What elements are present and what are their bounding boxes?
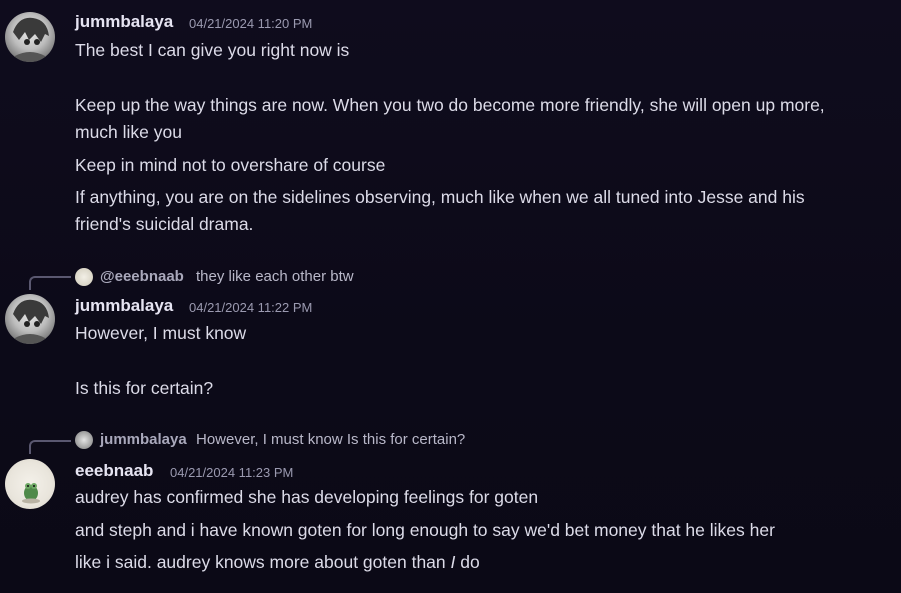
message-text: like i said. audrey knows more about got… <box>75 552 446 572</box>
reply-avatar[interactable] <box>75 268 93 286</box>
timestamp: 04/21/2024 11:23 PM <box>170 465 294 480</box>
username[interactable]: jummbalaya <box>75 296 173 316</box>
message-line: Is this for certain? <box>75 378 214 398</box>
message-line: like i said. audrey knows more about got… <box>75 549 480 576</box>
message-line: However, I must know <box>75 323 247 343</box>
avatar[interactable] <box>5 294 55 344</box>
timestamp: 04/21/2024 11:20 PM <box>189 16 313 31</box>
reply-username[interactable]: jummbalaya <box>100 431 187 448</box>
username[interactable]: eeebnaab <box>75 461 153 481</box>
message-line: friend's suicidal drama. <box>75 214 254 234</box>
message-line: audrey has confirmed she has developing … <box>75 487 539 507</box>
message-line: If anything, you are on the sidelines ob… <box>75 187 805 207</box>
message-line: The best I can give you right now is <box>75 40 350 60</box>
reply-avatar[interactable] <box>75 431 93 449</box>
avatar-image <box>13 299 49 344</box>
reply-connector <box>29 276 71 290</box>
emphasis-text: I <box>450 552 456 572</box>
username[interactable]: jummbalaya <box>75 12 173 32</box>
avatar-image <box>22 483 40 504</box>
timestamp: 04/21/2024 11:22 PM <box>189 300 313 315</box>
avatar[interactable] <box>5 12 55 62</box>
avatar-image <box>13 17 49 62</box>
message-line: much like you <box>75 122 182 142</box>
reply-username[interactable]: @eeebnaab <box>100 268 184 285</box>
message-text: do <box>460 552 480 572</box>
reply-connector <box>29 440 71 454</box>
message-line: Keep in mind not to overshare of course <box>75 155 386 175</box>
reply-preview[interactable]: However, I must know Is this for certain… <box>196 431 465 448</box>
chat-area: jummbalaya 04/21/2024 11:20 PM The best … <box>0 0 901 593</box>
message-line: and steph and i have known goten for lon… <box>75 520 775 540</box>
message-line: Keep up the way things are now. When you… <box>75 95 825 115</box>
reply-preview[interactable]: they like each other btw <box>196 268 354 285</box>
avatar[interactable] <box>5 459 55 509</box>
